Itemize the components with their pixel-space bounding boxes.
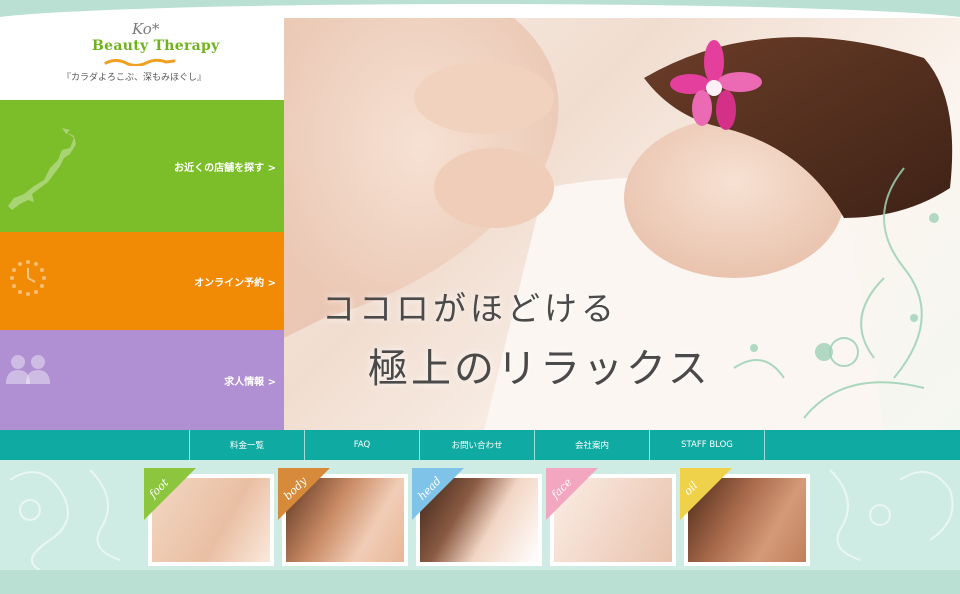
nav-find-store-label: お近くの店舗を探す >: [174, 162, 276, 174]
nav-online-booking[interactable]: オンライン予約 >: [0, 232, 284, 330]
nav-recruitment-label: 求人情報 >: [224, 376, 276, 388]
menu-price-list[interactable]: 料金一覧: [189, 430, 304, 460]
menu-contact[interactable]: お問い合わせ: [419, 430, 534, 460]
menu-faq[interactable]: FAQ: [304, 430, 419, 460]
nav-online-booking-label: オンライン予約 >: [194, 277, 276, 289]
hero-headline-2: 極上のリラックス: [368, 346, 711, 392]
japan-map-icon: [8, 128, 76, 210]
people-icon: [6, 355, 50, 384]
logo-swash-icon: [104, 58, 176, 66]
global-menu: 料金一覧 FAQ お問い合わせ 会社案内 STAFF BLOG: [0, 430, 960, 460]
category-head[interactable]: head: [412, 468, 542, 566]
body-ribbon: body: [278, 468, 330, 520]
nav-recruitment[interactable]: 求人情報 >: [0, 330, 284, 430]
category-face[interactable]: face: [546, 468, 676, 566]
menu-staff-blog[interactable]: STAFF BLOG: [649, 430, 764, 460]
logo-mark: Ko*: [132, 20, 160, 38]
menu-company[interactable]: 会社案内: [534, 430, 649, 460]
logo-tagline: 『カラダよろこぶ、深もみほぐし』: [62, 73, 207, 83]
menu-divider: [764, 430, 765, 460]
hero-banner: ココロがほどける 極上のリラックス: [284, 18, 960, 430]
hero-headline-1: ココロがほどける: [322, 289, 618, 328]
nav-find-store[interactable]: お近くの店舗を探す >: [0, 100, 284, 232]
category-body[interactable]: body: [278, 468, 408, 566]
oil-ribbon: oil: [680, 468, 732, 520]
left-column: Ko* Beauty Therapy 『カラダよろこぶ、深もみほぐし』 お近くの…: [0, 18, 284, 430]
logo-title: Beauty Therapy: [92, 38, 220, 54]
clock-icon: [10, 260, 46, 296]
logo[interactable]: Ko* Beauty Therapy 『カラダよろこぶ、深もみほぐし』: [0, 18, 284, 100]
foot-ribbon: foot: [144, 468, 196, 520]
face-ribbon: face: [546, 468, 598, 520]
head-ribbon: head: [412, 468, 464, 520]
category-oil[interactable]: oil: [680, 468, 810, 566]
category-foot[interactable]: foot: [144, 468, 274, 566]
footer-strip: [0, 570, 960, 594]
